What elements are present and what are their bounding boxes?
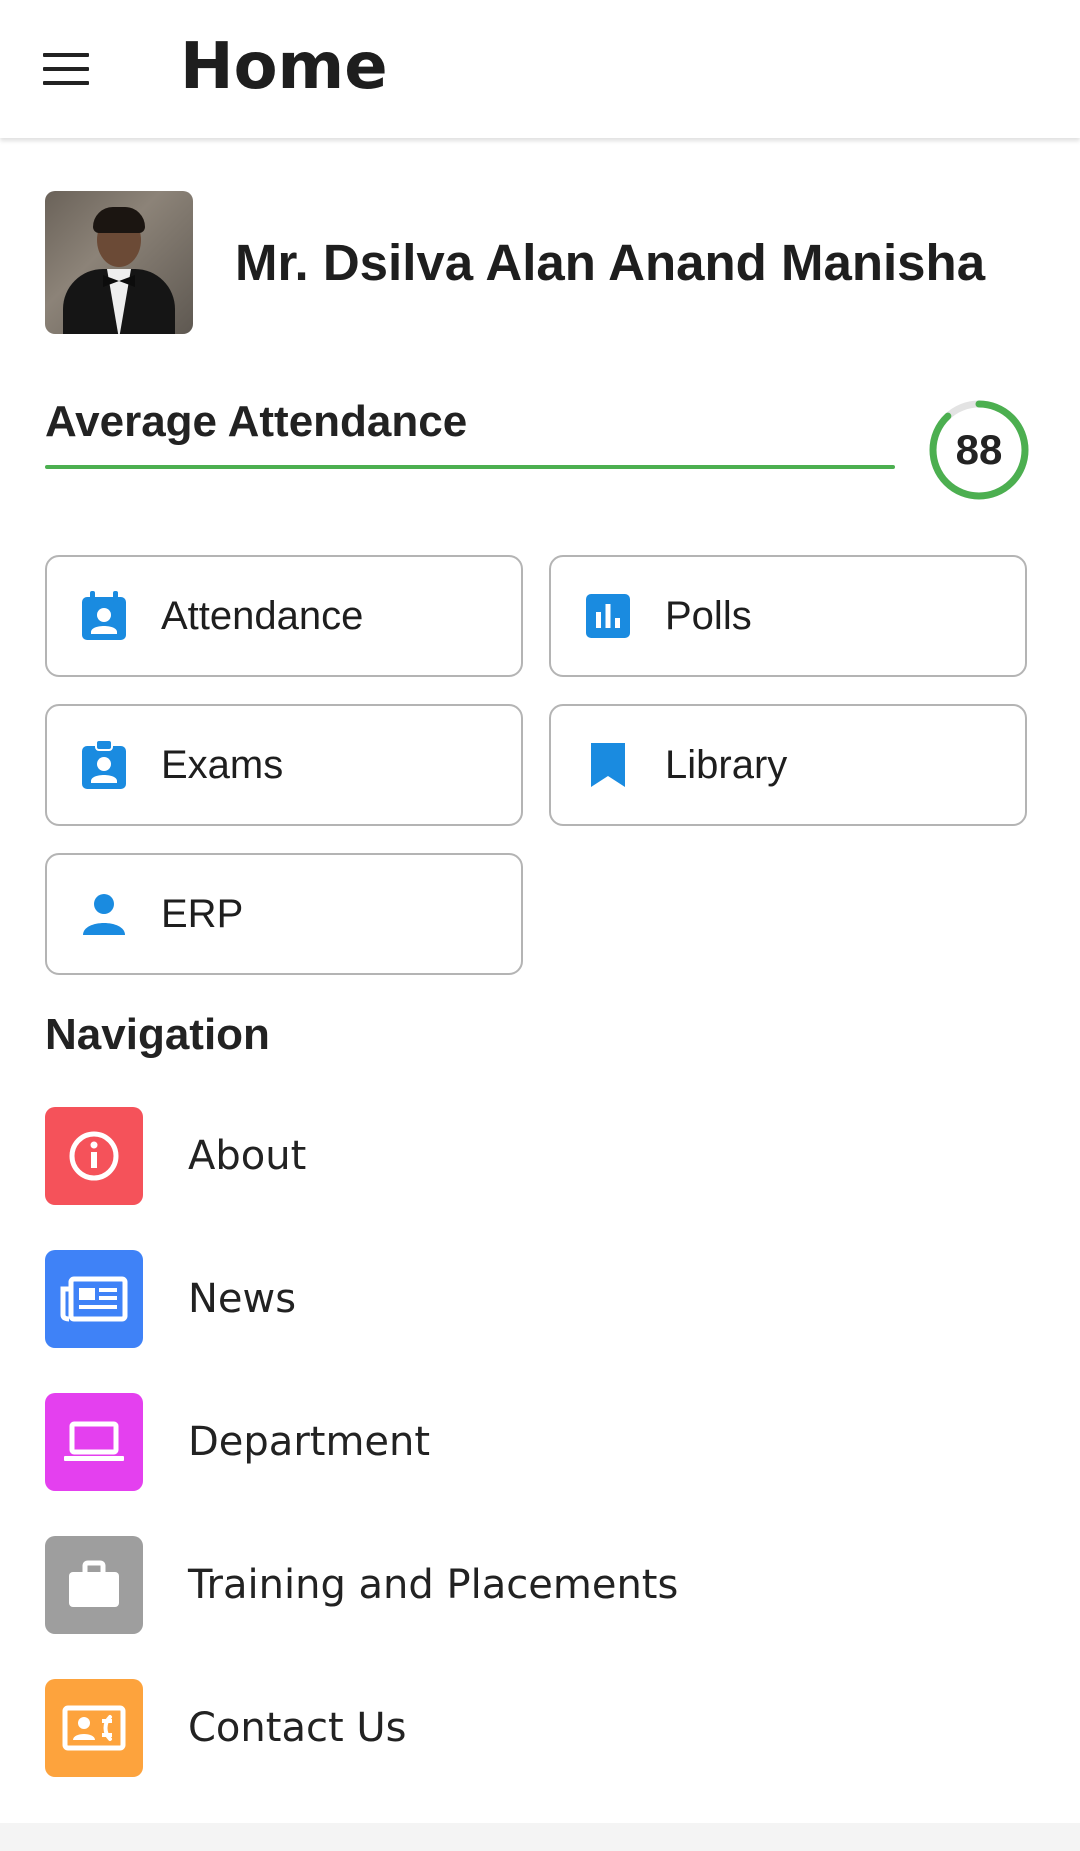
- attendance-button[interactable]: Attendance: [45, 555, 523, 677]
- contact-card-icon: [45, 1679, 143, 1777]
- nav-item-label: Department: [188, 1419, 431, 1465]
- nav-item-news[interactable]: News: [45, 1250, 1045, 1348]
- exams-button[interactable]: Exams: [45, 704, 523, 826]
- calendar-person-icon: [77, 589, 131, 643]
- polls-button[interactable]: Polls: [549, 555, 1027, 677]
- menu-icon: [43, 53, 89, 85]
- attendance-progress-ring: 88: [927, 398, 1031, 502]
- erp-button-label: ERP: [161, 891, 244, 936]
- attendance-label: Average Attendance: [45, 397, 468, 446]
- erp-button[interactable]: ERP: [45, 853, 523, 975]
- navigation-heading: Navigation: [45, 1010, 270, 1059]
- exams-button-label: Exams: [161, 742, 284, 787]
- poll-chart-icon: [581, 589, 635, 643]
- attendance-underline: [45, 465, 895, 469]
- newspaper-icon: [45, 1250, 143, 1348]
- nav-item-contact-us[interactable]: Contact Us: [45, 1679, 1045, 1777]
- info-icon: [45, 1107, 143, 1205]
- library-button[interactable]: Library: [549, 704, 1027, 826]
- attendance-value: 88: [955, 426, 1003, 473]
- nav-item-about[interactable]: About: [45, 1107, 1045, 1205]
- nav-item-label: News: [188, 1276, 297, 1322]
- nav-item-training-and-placements[interactable]: Training and Placements: [45, 1536, 1045, 1634]
- attendance-button-label: Attendance: [161, 593, 364, 638]
- avatar: [45, 191, 193, 334]
- profile-name: Mr. Dsilva Alan Anand Manisha: [235, 234, 986, 291]
- page-title: Home: [180, 30, 388, 104]
- bottom-edge: [0, 1823, 1080, 1851]
- profile-header: Mr. Dsilva Alan Anand Manisha: [45, 190, 1045, 335]
- bookmark-icon: [581, 738, 635, 792]
- briefcase-icon: [45, 1536, 143, 1634]
- nav-item-label: Contact Us: [188, 1705, 407, 1751]
- polls-button-label: Polls: [665, 593, 752, 638]
- nav-item-label: About: [188, 1133, 307, 1179]
- average-attendance: Average Attendance 88: [45, 395, 1045, 505]
- nav-item-department[interactable]: Department: [45, 1393, 1045, 1491]
- menu-button[interactable]: [26, 37, 106, 101]
- person-icon: [77, 887, 131, 941]
- library-button-label: Library: [665, 742, 788, 787]
- nav-item-label: Training and Placements: [188, 1562, 679, 1608]
- laptop-icon: [45, 1393, 143, 1491]
- app-bar: Home: [0, 0, 1080, 138]
- clipboard-person-icon: [77, 738, 131, 792]
